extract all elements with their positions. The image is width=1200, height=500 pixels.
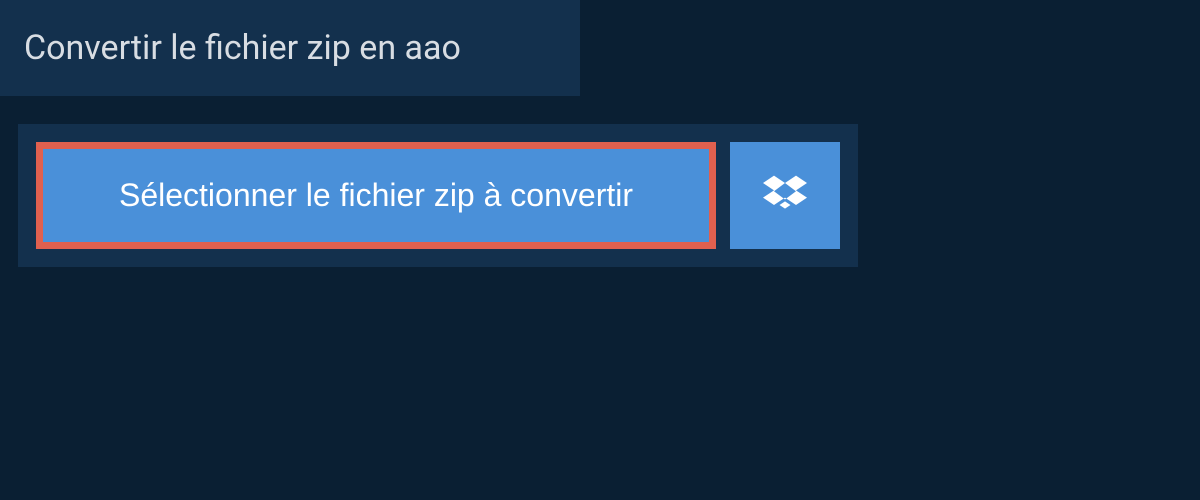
- page-title: Convertir le fichier zip en aao: [24, 28, 556, 68]
- dropbox-button[interactable]: [730, 142, 840, 249]
- dropbox-icon: [763, 172, 807, 219]
- header-bar: Convertir le fichier zip en aao: [0, 0, 580, 96]
- button-panel: Sélectionner le fichier zip à convertir: [18, 124, 858, 267]
- select-file-button[interactable]: Sélectionner le fichier zip à convertir: [36, 142, 716, 249]
- select-file-label: Sélectionner le fichier zip à convertir: [119, 177, 633, 214]
